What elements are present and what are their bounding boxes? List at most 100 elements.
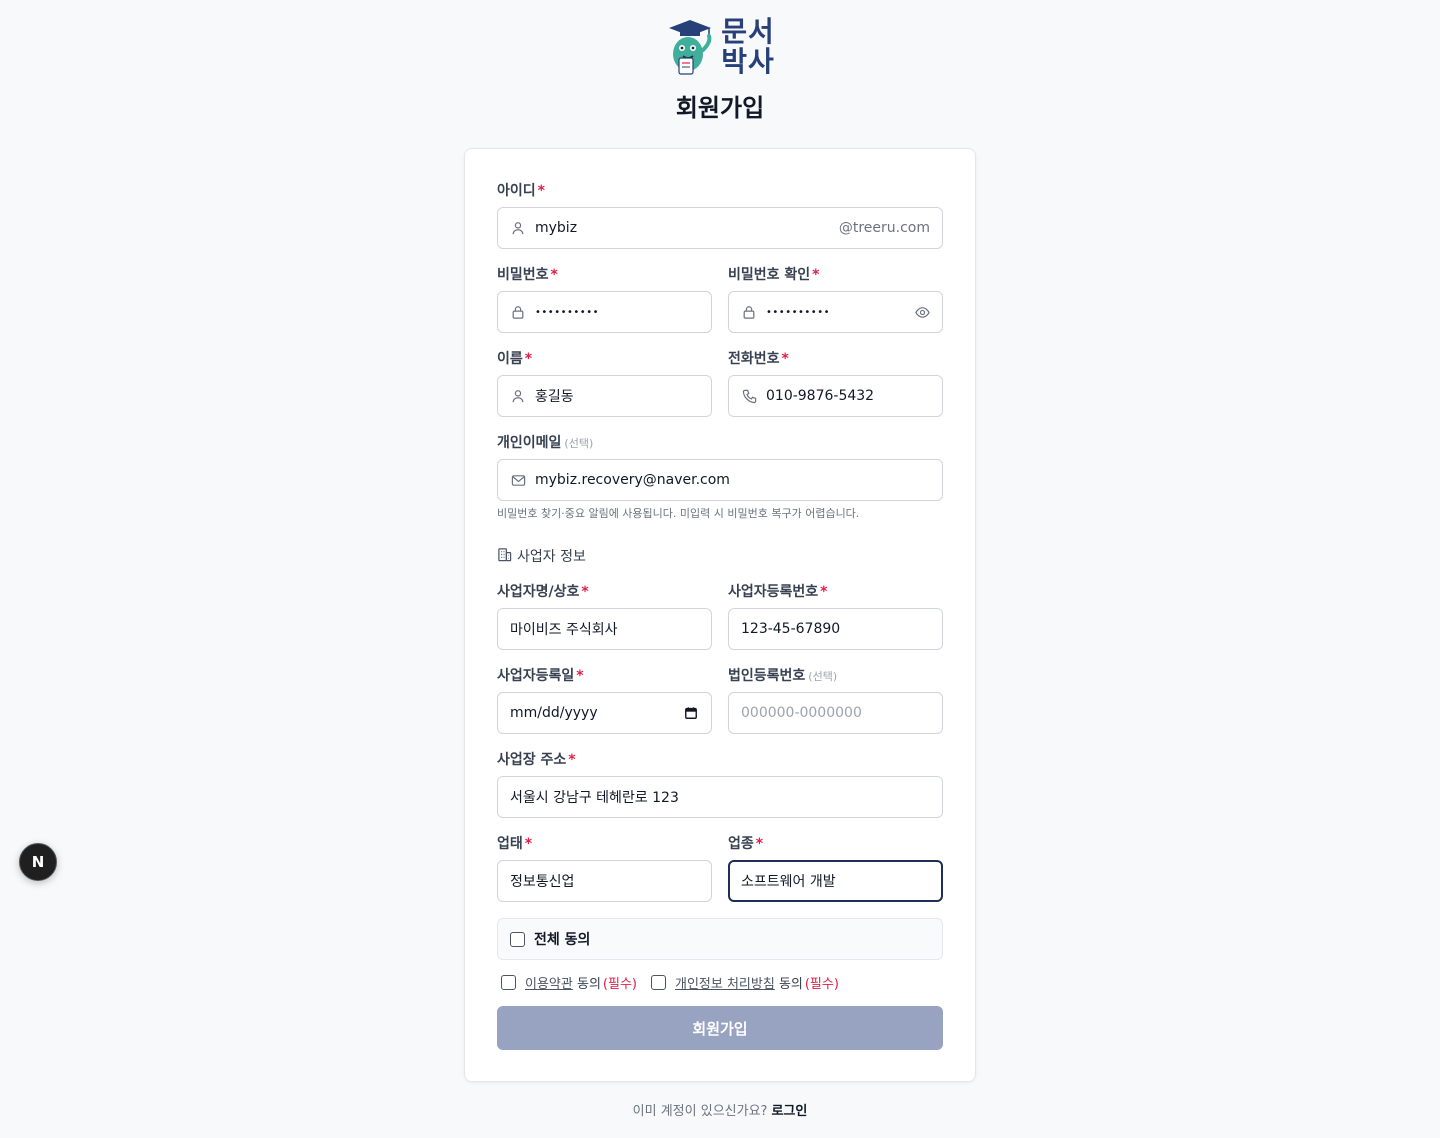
header: 문서 박사 회원가입 [0,14,1440,124]
business-reg-no-field-group: 사업자등록번호 * 123-45-67890 [728,582,943,650]
business-reg-no-label: 사업자등록번호 [728,584,819,600]
mail-icon [510,472,526,488]
graduation-mascot-icon [665,16,715,78]
business-name-field-group: 사업자명/상호 * 마이비즈 주식회사 [497,582,712,650]
password-input[interactable]: •••••••••• [497,291,712,333]
business-reg-date-field-group: 사업자등록일 * mm/dd/yyyy [497,666,712,734]
password-confirm-input[interactable]: •••••••••• [728,291,943,333]
business-reg-no-input[interactable]: 123-45-67890 [728,608,943,650]
dev-tools-badge[interactable]: N [19,843,57,881]
business-section-title: 사업자 정보 [497,546,943,566]
login-link[interactable]: 로그인 [771,1104,807,1119]
required-mark: * [576,668,584,684]
required-mark: * [581,584,589,600]
required-mark: * [550,267,558,283]
name-label: 이름 [497,351,523,367]
lock-icon [510,304,526,320]
brand-line-1: 문서 [721,15,775,48]
corp-reg-no-placeholder: 000000-0000000 [741,705,862,721]
email-input[interactable]: mybiz.recovery@naver.com [497,459,943,501]
signup-card: 아이디 * mybiz @treeru.com 비밀번호 * •••••••••… [464,148,976,1082]
password-label: 비밀번호 [497,267,549,283]
phone-input[interactable]: 010-9876-5432 [728,375,943,417]
signup-submit-button[interactable]: 회원가입 [497,1006,943,1050]
optional-tag: (선택) [564,437,594,450]
required-mark: * [537,183,545,199]
building-icon [497,547,512,566]
required-mark: * [812,267,820,283]
business-reg-date-input[interactable]: mm/dd/yyyy [497,692,712,734]
required-mark: * [524,351,533,367]
password-field-group: 비밀번호 * •••••••••• [497,265,712,333]
agree-all-label: 전체 동의 [534,932,591,948]
business-item-field-group: 업종 * 소프트웨어 개발 [728,834,943,902]
business-section-label: 사업자 정보 [517,549,586,565]
username-value: mybiz [535,220,578,236]
name-field-group: 이름 * 홍길동 [497,349,712,417]
email-field-group: 개인이메일 (선택) mybiz.recovery@naver.com 비밀번호 … [497,433,943,522]
business-item-label: 업종 [728,836,754,852]
user-icon [510,388,526,404]
name-value: 홍길동 [535,389,574,405]
corp-reg-no-field-group: 법인등록번호 (선택) 000000-0000000 [728,666,943,734]
user-icon [510,220,526,236]
agree-all-box[interactable]: 전체 동의 [497,918,943,960]
business-type-value: 정보통신업 [510,874,575,890]
phone-label: 전화번호 [728,351,780,367]
email-value: mybiz.recovery@naver.com [535,472,730,488]
agree-all-checkbox[interactable] [510,931,525,947]
business-type-input[interactable]: 정보통신업 [497,860,712,902]
footer: 이미 계정이 있으신가요? 로그인 [0,1102,1440,1122]
privacy-checkbox[interactable] [650,974,666,990]
privacy-required-tag: (필수) [804,976,839,992]
terms-agreement: 이용약관 동의 (필수) [501,973,637,992]
phone-field-group: 전화번호 * 010-9876-5432 [728,349,943,417]
business-item-value: 소프트웨어 개발 [741,874,836,890]
email-label: 개인이메일 [497,435,562,451]
lock-icon [741,304,757,320]
brand-line-2: 박사 [721,45,775,78]
terms-text: 동의 [576,976,601,992]
privacy-agreement: 개인정보 처리방침 동의 (필수) [650,973,839,992]
email-hint: 비밀번호 찾기·중요 알림에 사용됩니다. 미입력 시 비밀번호 복구가 어렵습… [497,507,860,520]
business-type-field-group: 업태 * 정보통신업 [497,834,712,902]
terms-checkbox[interactable] [501,974,516,990]
corp-reg-no-input[interactable]: 000000-0000000 [728,692,943,734]
signup-form: 아이디 * mybiz @treeru.com 비밀번호 * •••••••••… [497,181,943,1050]
page-title: 회원가입 [675,94,765,122]
terms-link[interactable]: 이용약관 [525,973,573,992]
business-item-input[interactable]: 소프트웨어 개발 [728,860,943,902]
eye-icon[interactable] [914,304,930,320]
required-mark: * [820,584,828,600]
address-label: 사업장 주소 [497,752,567,768]
business-reg-date-value: mm/dd/yyyy [510,705,598,721]
email-domain-suffix: @treeru.com [838,220,930,236]
name-input[interactable]: 홍길동 [497,375,712,417]
footer-question: 이미 계정이 있으신가요? [632,1104,768,1119]
username-input[interactable]: mybiz @treeru.com [497,207,943,249]
required-mark: * [568,752,576,768]
required-mark: * [524,836,533,852]
business-type-label: 업태 [497,836,523,852]
brand-logo[interactable]: 문서 박사 [665,14,775,80]
address-field-group: 사업장 주소 * 서울시 강남구 테헤란로 123 [497,750,943,818]
business-name-value: 마이비즈 주식회사 [510,622,618,638]
business-name-input[interactable]: 마이비즈 주식회사 [497,608,712,650]
password-confirm-masked-value: •••••••••• [766,306,830,318]
username-field-group: 아이디 * mybiz @treeru.com [497,181,943,249]
required-mark: * [781,351,789,367]
business-reg-no-value: 123-45-67890 [741,621,841,637]
business-name-label: 사업자명/상호 [497,584,580,600]
brand-wordmark: 문서 박사 [721,17,775,77]
address-input[interactable]: 서울시 강남구 테헤란로 123 [497,776,943,818]
optional-tag: (선택) [808,670,838,683]
privacy-link[interactable]: 개인정보 처리방침 [675,973,775,992]
phone-icon [741,388,757,404]
address-value: 서울시 강남구 테헤란로 123 [510,790,679,806]
username-label: 아이디 [497,183,536,199]
password-confirm-field-group: 비밀번호 확인 * •••••••••• [728,265,943,333]
terms-required-tag: (필수) [602,976,637,992]
password-masked-value: •••••••••• [535,306,599,318]
calendar-icon[interactable] [683,705,699,721]
password-confirm-label: 비밀번호 확인 [728,267,811,283]
